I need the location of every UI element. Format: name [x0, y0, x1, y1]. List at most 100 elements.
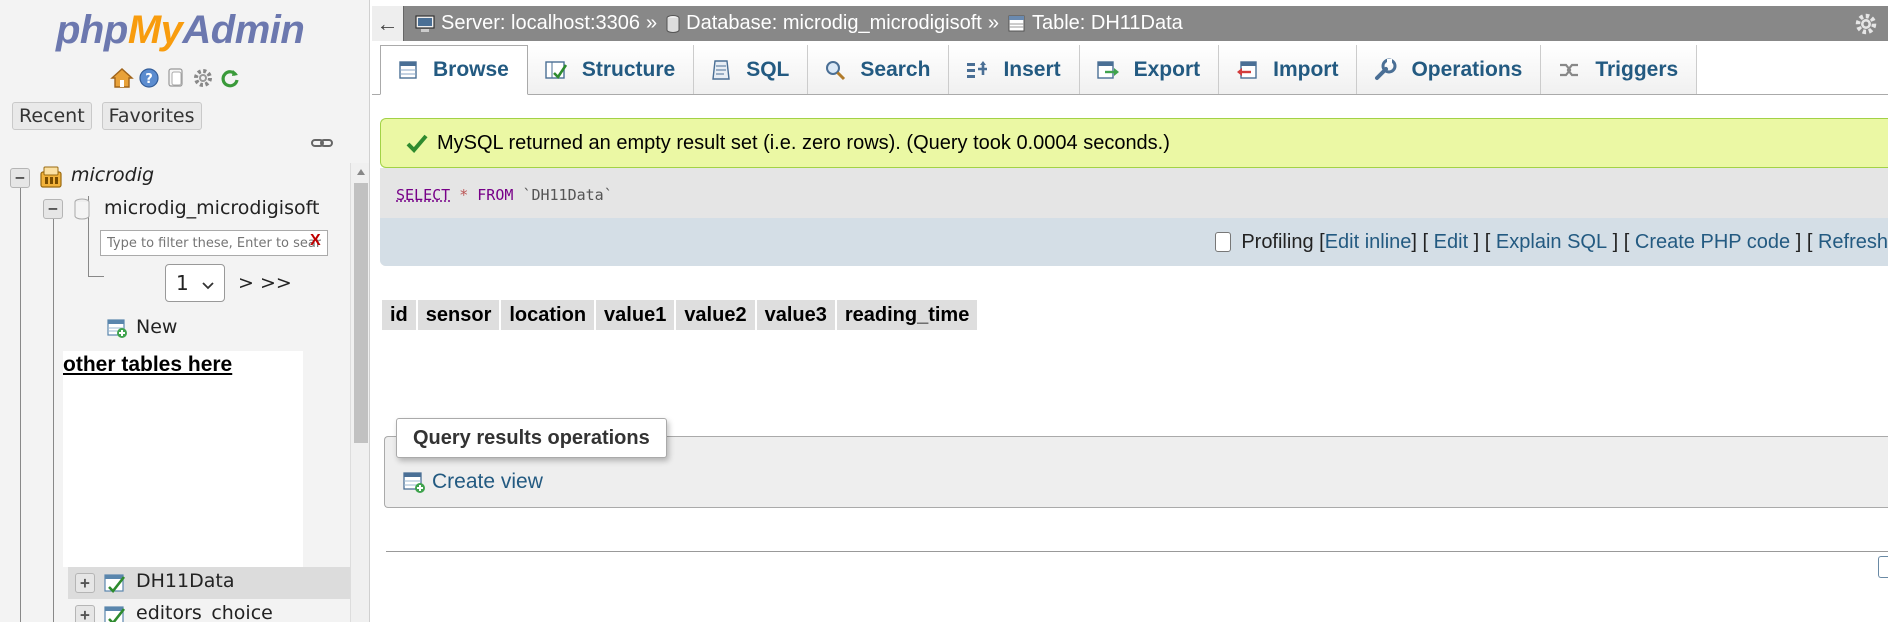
- divider: [386, 551, 1888, 552]
- reload-icon[interactable]: [218, 66, 242, 90]
- tab-operations[interactable]: Operations: [1357, 45, 1542, 94]
- console-toggle-icon[interactable]: [1878, 556, 1888, 578]
- table-icon: [1008, 15, 1025, 31]
- back-button[interactable]: ←: [372, 6, 404, 41]
- other-tables-placeholder: other tables here: [63, 351, 303, 567]
- breadcrumb-server[interactable]: Server: localhost:3306: [414, 12, 640, 35]
- sql-keyword-from: FROM: [477, 186, 514, 204]
- column-header-id[interactable]: id: [382, 300, 418, 330]
- breadcrumb: ← Server: localhost:3306 » Database: mic…: [372, 6, 1888, 41]
- help-icon[interactable]: ?: [137, 66, 161, 90]
- sql-query[interactable]: SELECT * FROM `DH11Data`: [396, 186, 613, 204]
- column-header-location[interactable]: location: [501, 300, 597, 330]
- new-table-icon: [106, 317, 128, 344]
- scroll-thumb[interactable]: [354, 183, 368, 443]
- breadcrumb-separator: »: [646, 12, 658, 34]
- tab-structure-label: Structure: [581, 57, 676, 81]
- create-view-icon: [403, 472, 425, 493]
- explain-sql-link[interactable]: Explain SQL: [1496, 231, 1607, 254]
- tab-triggers[interactable]: Triggers: [1541, 45, 1698, 94]
- breadcrumb-database-label: Database: microdig_microdigisoft: [686, 12, 982, 34]
- svg-text:?: ?: [145, 72, 153, 87]
- tab-structure[interactable]: Structure: [527, 45, 695, 94]
- checkmark-icon: [406, 134, 428, 153]
- tree-connector: [20, 188, 21, 622]
- next-page-link[interactable]: > >>: [238, 272, 292, 294]
- export-icon: [1096, 60, 1119, 79]
- breadcrumb-table[interactable]: Table: DH11Data: [1007, 12, 1183, 35]
- tab-bar: Browse Structure SQL Search Insert Expor…: [372, 45, 1888, 95]
- import-icon: [1237, 60, 1257, 79]
- recent-favorites-bar: Recent Favorites: [12, 102, 202, 130]
- expand-table-toggle[interactable]: +: [75, 573, 95, 593]
- tab-export-label: Export: [1133, 57, 1201, 81]
- docs-icon[interactable]: [164, 66, 188, 90]
- page-select[interactable]: 1: [165, 264, 225, 302]
- recent-button[interactable]: Recent: [12, 102, 92, 130]
- operations-icon: [1375, 58, 1397, 80]
- favorites-button[interactable]: Favorites: [101, 102, 202, 130]
- tab-browse-label: Browse: [433, 58, 509, 81]
- clear-filter-button[interactable]: X: [310, 232, 321, 250]
- breadcrumb-database[interactable]: Database: microdig_microdigisoft: [665, 12, 982, 35]
- tab-sql[interactable]: SQL: [694, 45, 809, 94]
- table-label-editors-choice[interactable]: editors_choice: [136, 602, 273, 622]
- breadcrumb-table-label: Table: DH11Data: [1031, 12, 1183, 34]
- database-label[interactable]: microdig_microdigisoft: [104, 197, 319, 219]
- home-icon[interactable]: [110, 66, 134, 90]
- nav-icon-bar: ?: [110, 66, 242, 90]
- new-table-link[interactable]: New: [136, 316, 177, 338]
- database-icon: [666, 14, 680, 33]
- result-table-header: id sensor location value1 value2 value3 …: [382, 300, 980, 330]
- table-filter-input[interactable]: [100, 230, 328, 256]
- scroll-up-arrow[interactable]: [357, 169, 365, 175]
- expand-table-toggle[interactable]: +: [75, 605, 95, 622]
- column-header-reading-time[interactable]: reading_time: [836, 300, 980, 330]
- search-icon: [826, 60, 846, 80]
- table-label-dh11data[interactable]: DH11Data: [136, 570, 234, 592]
- settings-icon[interactable]: [191, 66, 215, 90]
- breadcrumb-separator: »: [987, 12, 999, 34]
- tab-import[interactable]: Import: [1219, 45, 1358, 94]
- collapse-database-toggle[interactable]: −: [43, 199, 63, 219]
- column-header-value2[interactable]: value2: [676, 300, 757, 330]
- create-view-label: Create view: [432, 470, 543, 493]
- tree-connector: [88, 276, 104, 277]
- tab-triggers-label: Triggers: [1595, 57, 1679, 81]
- link-with-main-panel-icon[interactable]: [310, 134, 334, 150]
- chevron-down-icon: [202, 271, 214, 295]
- breadcrumb-server-label: Server: localhost:3306: [441, 12, 641, 34]
- database-tree: − microdig − microdig_microdigisoft X 1 …: [0, 160, 350, 622]
- sql-table-name: `DH11Data`: [522, 186, 613, 204]
- create-php-code-link[interactable]: Create PHP code: [1635, 231, 1790, 254]
- refresh-link[interactable]: Refresh: [1818, 231, 1888, 254]
- server-label[interactable]: microdig: [71, 164, 154, 186]
- tab-export[interactable]: Export: [1079, 45, 1220, 94]
- query-results-operations-legend: Query results operations: [396, 418, 667, 458]
- create-view-link[interactable]: Create view: [402, 470, 543, 494]
- tree-connector: [53, 215, 54, 622]
- tab-search[interactable]: Search: [808, 45, 950, 94]
- browse-icon: [399, 61, 417, 79]
- other-tables-note: other tables here: [63, 353, 233, 376]
- edit-inline-link[interactable]: Edit inline: [1325, 231, 1412, 254]
- column-header-value3[interactable]: value3: [756, 300, 837, 330]
- server-icon: [38, 164, 64, 195]
- sql-keyword-select[interactable]: SELECT: [396, 186, 450, 204]
- profiling-checkbox[interactable]: [1215, 232, 1232, 252]
- navigation-panel: phpMyAdmin ? Recent Favorites − microdig…: [0, 0, 370, 622]
- tab-browse[interactable]: Browse: [380, 45, 528, 95]
- sql-star: *: [459, 186, 469, 204]
- gear-icon[interactable]: [1854, 12, 1878, 42]
- tab-insert[interactable]: Insert: [949, 45, 1080, 94]
- tab-import-label: Import: [1273, 57, 1339, 81]
- collapse-server-toggle[interactable]: −: [10, 168, 30, 188]
- server-icon: [415, 14, 435, 32]
- tab-sql-label: SQL: [746, 57, 790, 81]
- column-header-value1[interactable]: value1: [596, 300, 677, 330]
- success-message-text: MySQL returned an empty result set (i.e.…: [437, 131, 1170, 154]
- navigation-scrollbar[interactable]: [350, 163, 369, 622]
- edit-link[interactable]: Edit: [1434, 231, 1468, 254]
- column-header-sensor[interactable]: sensor: [417, 300, 502, 330]
- phpmyadmin-logo[interactable]: phpMyAdmin: [56, 8, 305, 53]
